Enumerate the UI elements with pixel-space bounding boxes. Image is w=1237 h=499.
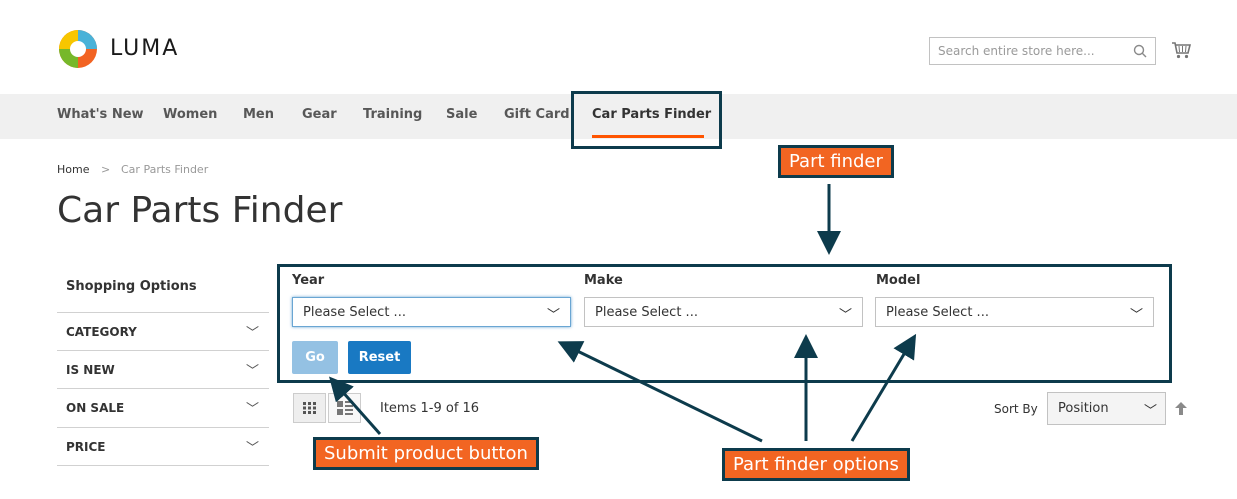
arrow-to-year-select xyxy=(557,341,763,443)
annotation-arrows xyxy=(329,184,917,443)
callout-submit-button: Submit product button xyxy=(313,437,539,470)
callout-part-finder: Part finder xyxy=(778,145,894,178)
arrow-to-go-button xyxy=(329,376,382,435)
callout-finder-options: Part finder options xyxy=(722,448,910,481)
arrow-to-model-select xyxy=(850,333,917,442)
